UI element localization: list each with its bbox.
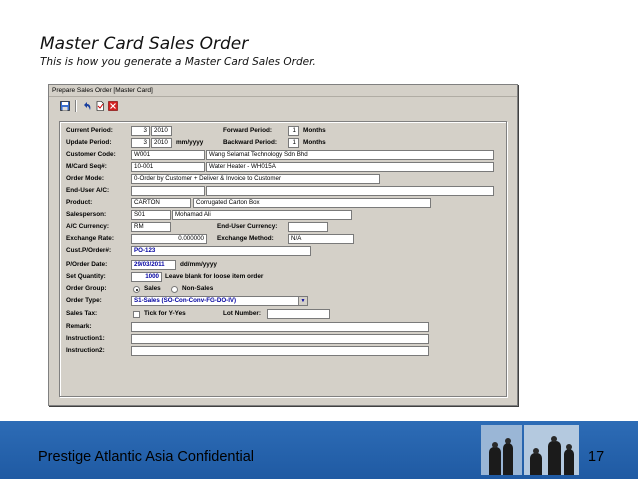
customer-code-input[interactable]: W001 [131, 150, 205, 160]
exchange-method-field[interactable]: N/A [288, 234, 354, 244]
ac-currency-field: RM [131, 222, 171, 232]
form-panel: Current Period: 3 2010 Forward Period: 1… [59, 121, 507, 397]
instruction2-input[interactable] [131, 346, 429, 356]
salesperson-label: Salesperson: [66, 211, 107, 218]
window-title: Prepare Sales Order [Master Card] [49, 85, 517, 97]
undo-icon[interactable] [81, 101, 92, 112]
customer-name-field: Wang Selamat Technology Sdn Bhd [206, 150, 494, 160]
footer-confidential-text: Prestige Atlantic Asia Confidential [38, 449, 255, 465]
order-group-nonsales-radio[interactable] [171, 286, 178, 293]
po-date-label: P/Order Date: [66, 261, 108, 268]
current-period-year-input[interactable]: 2010 [151, 126, 172, 136]
set-quantity-hint: Leave blank for loose item order [165, 273, 264, 280]
enduser-currency-label: End-User Currency: [217, 223, 278, 230]
instruction1-label: Instruction1: [66, 335, 105, 342]
order-type-select[interactable]: S1-Sales (SO-Con-Conv-FG-DO-IV) ▼ [131, 296, 308, 306]
sales-order-window: Prepare Sales Order [Master Card] Curren… [48, 84, 518, 406]
sales-tax-check-label: Tick for Y-Yes [144, 310, 186, 317]
ac-currency-label: A/C Currency: [66, 223, 109, 230]
product-code-input[interactable]: CARTON [131, 198, 191, 208]
forward-period-unit: Months [303, 127, 326, 134]
product-label: Product: [66, 199, 93, 206]
update-period-format: mm/yyyy [176, 139, 204, 146]
product-name-field: Corrugated Carton Box [193, 198, 431, 208]
slide-subtitle: This is how you generate a Master Card S… [40, 56, 316, 68]
set-quantity-label: Set Quantity: [66, 273, 106, 280]
business-team-photo [524, 425, 579, 475]
footer-bar: Prestige Atlantic Asia Confidential 17 [0, 421, 638, 479]
salesperson-name-field: Mohamad Ali [172, 210, 352, 220]
instruction1-input[interactable] [131, 334, 429, 344]
order-group-sales-radio[interactable] [133, 286, 140, 293]
mcard-seq-label: M/Card Seq#: [66, 163, 107, 170]
order-mode-input[interactable]: 0-Order by Customer + Deliver & Invoice … [131, 174, 380, 184]
mcard-name-field: Water Heater - WH015A [206, 162, 494, 172]
order-mode-label: Order Mode: [66, 175, 104, 182]
toolbar-separator [75, 100, 76, 112]
backward-period-unit: Months [303, 139, 326, 146]
forward-period-label: Forward Period: [223, 127, 273, 134]
update-period-month-input[interactable]: 3 [131, 138, 150, 148]
exchange-rate-label: Exchange Rate: [66, 235, 114, 242]
current-period-label: Current Period: [66, 127, 113, 134]
cust-po-label: Cust.P/Order#: [66, 247, 112, 254]
new-icon[interactable] [94, 101, 105, 112]
remark-input[interactable] [131, 322, 429, 332]
chevron-down-icon[interactable]: ▼ [298, 297, 307, 305]
end-user-code-input[interactable] [131, 186, 205, 196]
po-date-format: dd/mm/yyyy [180, 261, 217, 268]
salesperson-code-input[interactable]: S01 [131, 210, 171, 220]
lot-number-label: Lot Number: [223, 310, 261, 317]
update-period-label: Update Period: [66, 139, 112, 146]
mcard-seq-input[interactable]: 10-001 [131, 162, 205, 172]
exchange-rate-input[interactable]: 0.000000 [131, 234, 207, 244]
forward-period-input[interactable]: 1 [288, 126, 299, 136]
cust-po-input[interactable]: PO-123 [131, 246, 311, 256]
business-people-photo [481, 425, 522, 475]
instruction2-label: Instruction2: [66, 347, 105, 354]
current-period-month-input[interactable]: 3 [131, 126, 150, 136]
sales-tax-checkbox[interactable] [133, 311, 140, 318]
page-number: 17 [588, 449, 605, 465]
order-type-value: S1-Sales (SO-Con-Conv-FG-DO-IV) [134, 297, 237, 304]
backward-period-label: Backward Period: [223, 139, 277, 146]
order-group-nonsales-label: Non-Sales [182, 285, 214, 292]
po-date-input[interactable]: 29/03/2011 [131, 260, 176, 270]
enduser-currency-field[interactable] [288, 222, 328, 232]
remark-label: Remark: [66, 323, 92, 330]
lot-number-input[interactable] [267, 309, 330, 319]
backward-period-input[interactable]: 1 [288, 138, 299, 148]
end-user-name-field [206, 186, 494, 196]
set-quantity-input[interactable]: 1000 [131, 272, 162, 282]
order-group-label: Order Group: [66, 285, 107, 292]
order-group-sales-label: Sales [144, 285, 161, 292]
toolbar [49, 97, 517, 115]
end-user-label: End-User A/C: [66, 187, 110, 194]
slide-title: Master Card Sales Order [40, 34, 249, 54]
customer-code-label: Customer Code: [66, 151, 116, 158]
save-icon[interactable] [59, 101, 70, 112]
order-type-label: Order Type: [66, 297, 102, 304]
sales-tax-label: Sales Tax: [66, 310, 98, 317]
update-period-year-input[interactable]: 2010 [151, 138, 172, 148]
close-icon[interactable] [107, 101, 118, 112]
exchange-method-label: Exchange Method: [217, 235, 274, 242]
